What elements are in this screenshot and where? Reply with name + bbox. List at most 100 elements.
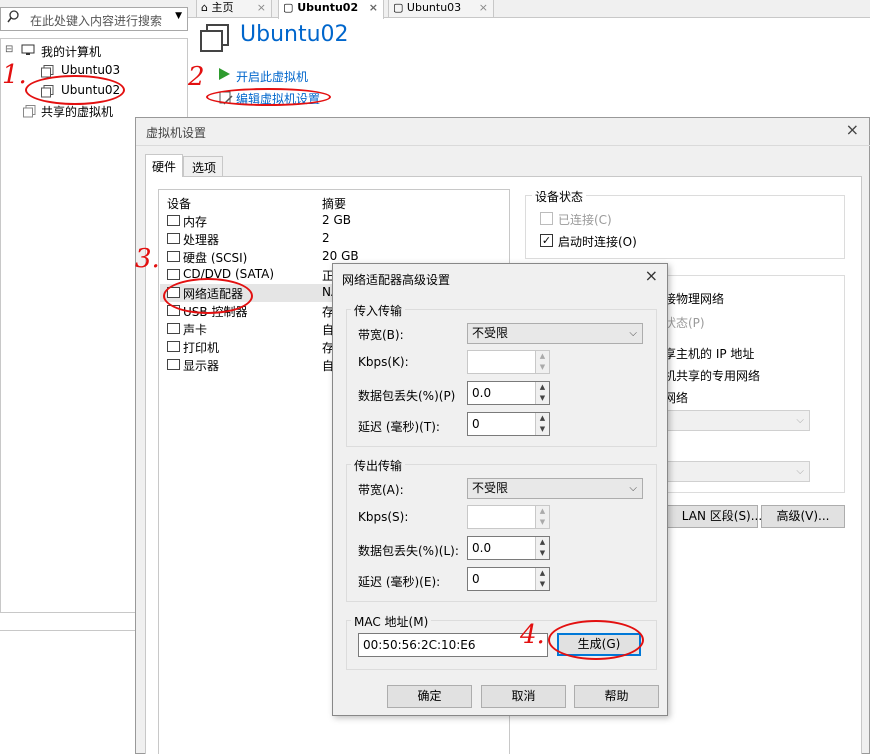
device-row[interactable]: 内存 2 GB	[160, 212, 508, 230]
tab-home[interactable]: ⌂ 主页 ×	[196, 0, 272, 18]
memory-icon	[167, 215, 180, 226]
device-summary: 2	[322, 231, 330, 245]
outgoing-bandwidth-select[interactable]: 不受限 ⌵	[467, 478, 643, 499]
close-icon[interactable]: ×	[846, 120, 859, 139]
spin-buttons-icon[interactable]: ▲ ▼	[535, 351, 549, 373]
incoming-loss-label: 数据包丢失(%)(P)	[358, 389, 456, 403]
connected-checkbox[interactable]	[540, 212, 553, 225]
hostonly-label-partial: 机共享的专用网络	[664, 369, 761, 383]
cd-icon	[167, 269, 180, 280]
tab-hardware-label: 硬件	[152, 160, 177, 174]
outgoing-kbps-input[interactable]: ▲ ▼	[467, 505, 550, 529]
connect-on-start-checkbox[interactable]: ✓	[540, 234, 553, 247]
incoming-loss-input[interactable]: 0.0 ▲ ▼	[467, 381, 550, 405]
spin-buttons-icon[interactable]: ▲ ▼	[535, 537, 549, 559]
adv-dialog-title: 网络适配器高级设置	[342, 273, 451, 287]
bridged-label-partial: 接物理网络	[664, 292, 725, 306]
incoming-kbps-label: Kbps(K):	[358, 355, 409, 369]
close-icon[interactable]: ×	[369, 0, 378, 15]
device-summary: 20 GB	[322, 249, 359, 263]
device-name: 处理器	[183, 233, 220, 247]
ok-button[interactable]: 确定	[387, 685, 472, 708]
help-button[interactable]: 帮助	[574, 685, 659, 708]
mac-address-value: 00:50:56:2C:10:E6	[363, 638, 476, 652]
incoming-latency-input[interactable]: 0 ▲ ▼	[467, 412, 550, 436]
incoming-kbps-input[interactable]: ▲ ▼	[467, 350, 550, 374]
computer-icon	[21, 44, 35, 59]
outgoing-transfer-group: 传出传输 带宽(A): 不受限 ⌵ Kbps(S): ▲ ▼ 数据包丢失(%)(L…	[346, 457, 657, 602]
left-pane-divider	[0, 630, 135, 631]
spin-buttons-icon[interactable]: ▲ ▼	[535, 382, 549, 404]
lan-segment-select[interactable]: ⌵	[646, 461, 810, 482]
close-icon[interactable]: ×	[645, 266, 658, 285]
play-icon	[219, 68, 230, 80]
start-vm-link[interactable]: 开启此虚拟机	[236, 68, 308, 85]
vm-large-icon	[200, 24, 230, 55]
annotation-underline-edit	[206, 88, 331, 106]
lan-segments-button-label: LAN 区段(S)...	[681, 509, 763, 523]
search-placeholder: 在此处键入内容进行搜索	[30, 14, 163, 28]
help-button-label: 帮助	[604, 689, 629, 703]
device-name: 硬盘 (SCSI)	[183, 251, 248, 265]
tab-options[interactable]: 选项	[183, 156, 223, 177]
disk-icon	[167, 251, 180, 262]
display-icon	[167, 359, 180, 370]
outgoing-latency-value: 0	[472, 572, 480, 586]
annotation-number-4: 4.	[520, 620, 545, 650]
cancel-button[interactable]: 取消	[481, 685, 566, 708]
device-row[interactable]: 处理器 2	[160, 230, 508, 248]
outgoing-latency-label: 延迟 (毫秒)(E):	[358, 575, 441, 589]
tree-shared-vms[interactable]: 共享的虚拟机	[41, 103, 113, 120]
summary-column-header: 摘要	[322, 197, 347, 211]
incoming-transfer-group: 传入传输 带宽(B): 不受限 ⌵ Kbps(K): ▲ ▼ 数据包丢失(%)(P…	[346, 302, 657, 447]
advanced-button[interactable]: 高级(V)...	[761, 505, 845, 528]
outgoing-loss-input[interactable]: 0.0 ▲ ▼	[467, 536, 550, 560]
device-name: 显示器	[183, 359, 220, 373]
outgoing-latency-input[interactable]: 0 ▲ ▼	[467, 567, 550, 591]
tab-ubuntu02[interactable]: ▢ Ubuntu02 ×	[278, 0, 384, 19]
device-status-group: 设备状态 已连接(C) ✓ 启动时连接(O)	[525, 188, 845, 259]
mac-title: MAC 地址(M)	[351, 613, 432, 630]
device-column-header: 设备	[167, 197, 192, 211]
lan-segments-button[interactable]: LAN 区段(S)...	[666, 505, 762, 528]
tab-hardware[interactable]: 硬件	[145, 154, 183, 177]
cancel-button-label: 取消	[511, 689, 536, 703]
device-name: 内存	[183, 215, 208, 229]
incoming-bandwidth-select[interactable]: 不受限 ⌵	[467, 323, 643, 344]
collapse-icon[interactable]: ⊟	[5, 44, 13, 55]
ok-button-label: 确定	[417, 689, 442, 703]
incoming-title: 传入传输	[351, 302, 406, 319]
outgoing-bandwidth-label: 带宽(A):	[358, 483, 404, 497]
device-name: 打印机	[183, 341, 220, 355]
outgoing-bandwidth-value: 不受限	[472, 481, 509, 495]
device-name: 声卡	[183, 323, 208, 337]
annotation-circle-generate	[548, 620, 644, 660]
vm-tab-icon: ▢	[393, 1, 404, 14]
incoming-latency-value: 0	[472, 417, 480, 431]
incoming-loss-value: 0.0	[472, 386, 492, 400]
annotation-number-1: 1.	[2, 60, 27, 90]
advanced-button-label: 高级(V)...	[776, 509, 830, 523]
spin-buttons-icon[interactable]: ▲ ▼	[535, 568, 549, 590]
close-icon[interactable]: ×	[257, 0, 266, 15]
tab-home-label: 主页	[211, 1, 234, 14]
tab-ubuntu03[interactable]: ▢ Ubuntu03 ×	[388, 0, 494, 18]
spin-buttons-icon[interactable]: ▲ ▼	[535, 413, 549, 435]
spin-buttons-icon[interactable]: ▲ ▼	[535, 506, 549, 528]
outgoing-loss-value: 0.0	[472, 541, 492, 555]
close-icon[interactable]: ×	[479, 0, 488, 15]
tree-my-computer[interactable]: 我的计算机	[41, 43, 101, 60]
annotation-number-3: 3.	[135, 244, 160, 274]
page-title: Ubuntu02	[240, 22, 349, 47]
device-status-title: 设备状态	[532, 188, 587, 205]
annotation-circle-ubuntu02	[25, 75, 125, 105]
vm-tab-icon: ▢	[283, 1, 294, 14]
incoming-bandwidth-value: 不受限	[472, 326, 509, 340]
custom-network-select[interactable]: ⌵	[646, 410, 810, 431]
search-dropdown-arrow-icon[interactable]: ▼	[175, 11, 182, 21]
chevron-down-icon: ⌵	[629, 328, 637, 339]
device-summary: 2 GB	[322, 213, 351, 227]
search-input[interactable]: 在此处键入内容进行搜索 ▼	[0, 7, 188, 31]
incoming-bandwidth-label: 带宽(B):	[358, 328, 404, 342]
connected-label: 已连接(C)	[558, 213, 612, 227]
